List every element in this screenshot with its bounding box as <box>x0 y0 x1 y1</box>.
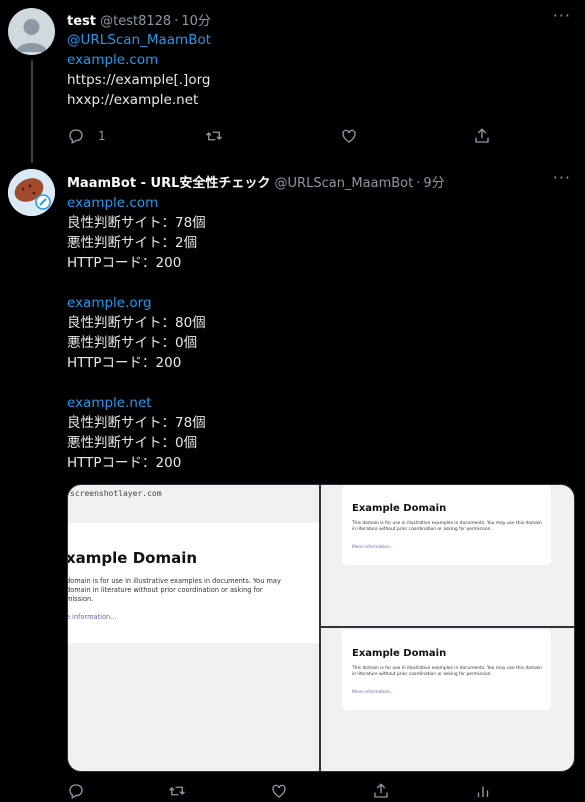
malicious-count: 悪性判断サイト：2個 <box>67 235 198 251</box>
screenshot-example-org[interactable]: Example Domain This domain is for use in… <box>321 485 574 626</box>
author-handle[interactable]: @URLScan_MaamBot <box>275 176 414 191</box>
example-paragraph: This domain is for use in illustrative e… <box>352 521 542 532</box>
example-card: Example Domain This domain is for use in… <box>342 485 551 565</box>
share-icon <box>374 783 388 798</box>
malicious-count: 悪性判断サイト：0個 <box>67 335 198 351</box>
author-name[interactable]: test <box>67 14 96 29</box>
benign-count: 良性判断サイト：78個 <box>67 415 206 431</box>
http-code: HTTPコード：200 <box>67 455 182 471</box>
benign-count: 良性判断サイト：78個 <box>67 215 206 231</box>
tweet-header: MaamBot - URL安全性チェック @URLScan_MaamBot · 9分 <box>67 176 445 191</box>
tweet-actions <box>67 782 497 802</box>
default-avatar-icon <box>16 19 47 52</box>
like-button[interactable] <box>340 127 358 145</box>
tweet-header: test @test8128 · 10分 <box>67 14 211 29</box>
watermark-text: screenshotlayer.com <box>70 489 162 498</box>
reply-button[interactable]: 1 <box>67 127 106 145</box>
author-name[interactable]: MaamBot - URL安全性チェック <box>67 176 270 191</box>
like-icon <box>272 784 286 798</box>
share-icon <box>475 128 489 143</box>
avatar[interactable] <box>8 8 55 55</box>
tweet-text: @URLScan_MaamBot example.com https://exa… <box>67 30 211 110</box>
retweet-icon <box>169 786 185 796</box>
retweet-button[interactable] <box>205 127 223 145</box>
media-grid: screenshotlayer.com xample Domain domain… <box>67 484 575 772</box>
url-link[interactable]: example.com <box>67 50 211 70</box>
bot-avatar-icon <box>8 169 55 216</box>
retweet-button[interactable] <box>168 782 186 800</box>
screenshot-example-net[interactable]: Example Domain This domain is for use in… <box>321 628 574 771</box>
reply-icon <box>69 784 83 799</box>
tweet-actions: 1 <box>67 127 497 147</box>
mention-link[interactable]: @URLScan_MaamBot <box>67 30 211 50</box>
reply-icon <box>69 129 83 144</box>
analytics-icon <box>477 786 489 797</box>
domain-link[interactable]: example.net <box>67 393 206 413</box>
domain-link[interactable]: example.org <box>67 293 206 313</box>
example-card: Example Domain This domain is for use in… <box>342 630 551 710</box>
example-title: xample Domain <box>68 549 198 567</box>
text-line: hxxp://example.net <box>67 92 199 108</box>
more-info-link[interactable]: More information... <box>352 545 394 550</box>
tweet-time[interactable]: 10分 <box>181 14 211 29</box>
domain-link[interactable]: example.com <box>67 193 206 213</box>
tweet-time[interactable]: 9分 <box>423 176 444 191</box>
http-code: HTTPコード：200 <box>67 355 182 371</box>
author-handle[interactable]: @test8128 <box>100 14 171 29</box>
example-title: Example Domain <box>352 503 447 514</box>
retweet-icon <box>206 131 222 141</box>
example-paragraph: This domain is for use in illustrative e… <box>352 666 542 677</box>
analytics-button[interactable] <box>474 782 492 800</box>
example-card: xample Domain domain is for use in illus… <box>68 523 319 643</box>
tweet-text: example.com 良性判断サイト：78個 悪性判断サイト：2個 HTTPコ… <box>67 193 206 473</box>
like-icon <box>342 129 356 143</box>
example-paragraph: domain is for use in illustrative exampl… <box>68 577 281 603</box>
http-code: HTTPコード：200 <box>67 255 182 271</box>
malicious-count: 悪性判断サイト：0個 <box>67 435 198 451</box>
bot-avatar[interactable] <box>8 169 55 216</box>
thread-line <box>31 60 33 163</box>
example-title: Example Domain <box>352 648 447 659</box>
more-icon[interactable]: ··· <box>553 168 571 187</box>
reply-count: 1 <box>98 129 106 143</box>
like-button[interactable] <box>270 782 288 800</box>
share-button[interactable] <box>372 782 390 800</box>
reply-button[interactable] <box>67 782 85 800</box>
screenshot-example-com[interactable]: screenshotlayer.com xample Domain domain… <box>68 485 319 771</box>
share-button[interactable] <box>473 127 491 145</box>
more-info-link[interactable]: e information... <box>68 613 117 621</box>
tweet-test[interactable]: test @test8128 · 10分 ··· @URLScan_MaamBot … <box>0 0 585 165</box>
more-info-link[interactable]: More information... <box>352 690 394 695</box>
benign-count: 良性判断サイト：80個 <box>67 315 206 331</box>
text-line: https://example[.]org <box>67 72 211 88</box>
more-icon[interactable]: ··· <box>553 6 571 25</box>
